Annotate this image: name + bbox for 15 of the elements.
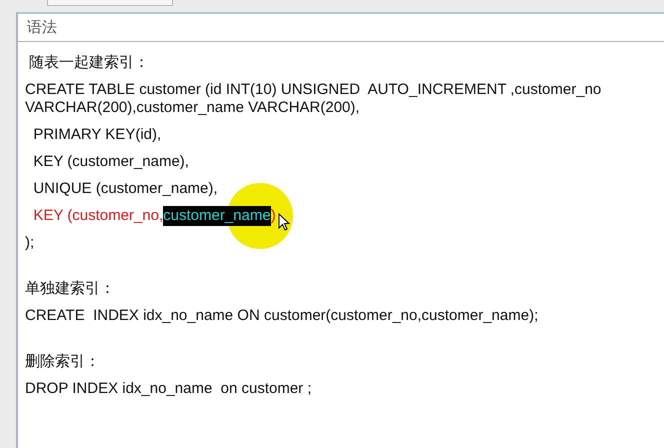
code-line: UNIQUE (customer_name), bbox=[32, 180, 219, 198]
pointer-icon bbox=[278, 213, 290, 231]
code-line: 随表一起建索引： bbox=[28, 54, 150, 72]
code-line: CREATE TABLE customer (id INT(10) UNSIGNED AUTO_INCREMENT ,customer_no VARCHAR(200),customer_name VARCHAR(200), bbox=[25, 81, 602, 117]
code-line: KEY (customer_name), bbox=[32, 153, 190, 171]
code-line: DROP INDEX idx_no_name on customer ; bbox=[25, 380, 313, 398]
code-line: ); bbox=[25, 234, 36, 252]
code-text: KEY (customer_no, bbox=[32, 207, 164, 224]
code-text: ) bbox=[270, 207, 276, 224]
selected-text: customer_name bbox=[163, 206, 271, 226]
code-line: PRIMARY KEY(id), bbox=[32, 126, 162, 144]
code-line: CREATE INDEX idx_no_name ON customer(customer_no,customer_name); bbox=[25, 307, 540, 325]
code-line: 单独建索引： bbox=[25, 280, 116, 298]
code-line: 删除索引： bbox=[25, 353, 101, 371]
panel-title: 语法 bbox=[27, 18, 57, 37]
